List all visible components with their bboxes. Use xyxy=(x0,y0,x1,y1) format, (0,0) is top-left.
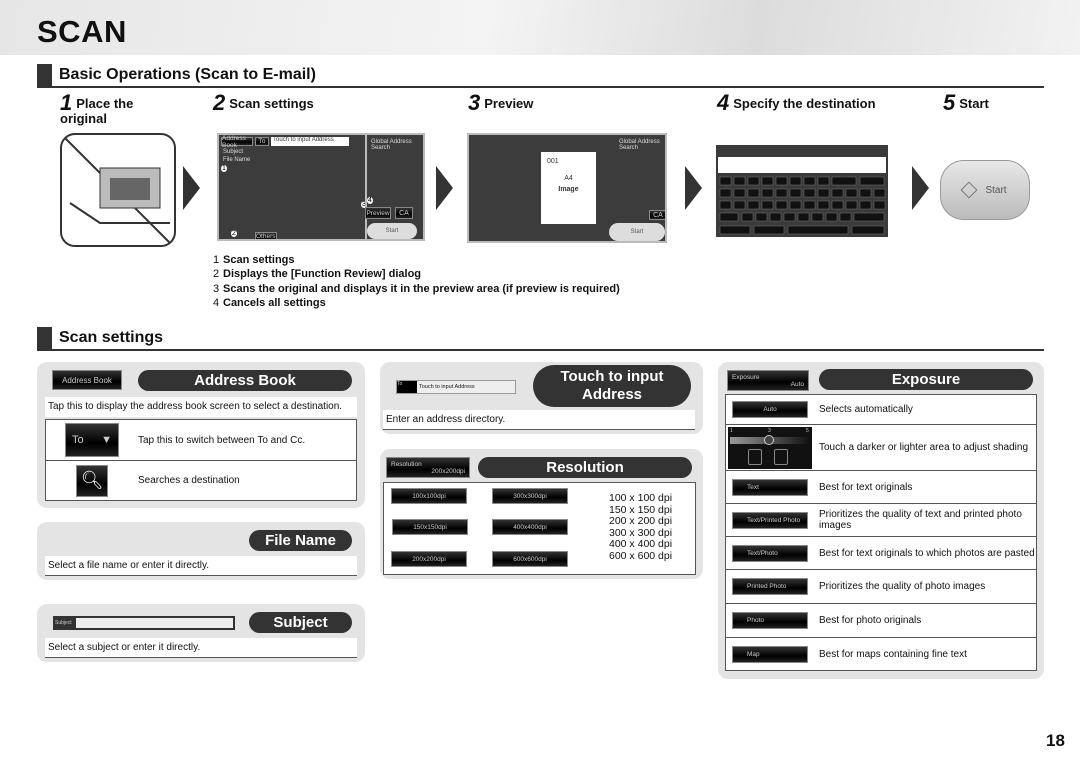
resolution-values: 100 x 100 dpi 150 x 150 dpi 200 x 200 dpi 3… xyxy=(609,492,673,562)
start-button[interactable]: Start xyxy=(367,223,417,239)
to-button[interactable]: To xyxy=(255,137,269,146)
section-scan-settings: Scan settings xyxy=(37,327,1044,351)
touch-input-panel: To Touch to input Address Touch to input … xyxy=(380,362,703,434)
file-name-panel: File Name Select a file name or enter it… xyxy=(37,522,365,580)
option-row: 🔍︎ Searches a destination xyxy=(46,461,356,500)
address-input[interactable]: Touch to input Address xyxy=(271,137,349,146)
scan-settings-screen-right: Global Address Search 4 Preview CA Start xyxy=(365,133,425,241)
legend-item: 4 Cancels all settings xyxy=(213,296,326,309)
section-heading: Basic Operations (Scan to E-mail) xyxy=(59,66,316,83)
option-row: To ▼ Tap this to switch between To and Cc… xyxy=(46,420,356,461)
option-row: Text Best for text originals xyxy=(726,471,1036,504)
resolution-option[interactable]: 400x400dpi xyxy=(492,519,568,535)
start-diamond-icon xyxy=(960,181,978,199)
place-original-illustration xyxy=(60,133,176,247)
resolution-option[interactable]: 150x150dpi xyxy=(392,519,468,535)
subject-label: Subject xyxy=(223,149,244,155)
to-cc-toggle[interactable]: To ▼ xyxy=(65,423,119,457)
start-button-large[interactable]: Start xyxy=(940,160,1030,220)
panel-title: Touch to input Address xyxy=(533,365,691,407)
exposure-panel: Exposure Auto Exposure Auto Selects automa… xyxy=(718,362,1044,679)
panel-title: Exposure xyxy=(819,369,1033,390)
option-row: Auto Selects automatically xyxy=(726,395,1036,425)
panel-title: Subject xyxy=(249,612,352,633)
arrow-icon xyxy=(183,166,200,210)
section-heading: Scan settings xyxy=(59,329,164,346)
step-3: 3 Preview xyxy=(468,90,534,115)
ca-button[interactable]: CA xyxy=(395,207,413,219)
panel-description: Select a subject or enter it directly. xyxy=(45,638,357,658)
address-book-button[interactable]: Address Book xyxy=(221,135,253,149)
legend-item: 1 Scan settings xyxy=(213,254,295,266)
subject-panel: Subject Subject Select a subject or ente… xyxy=(37,604,365,662)
option-row: Map Best for maps containing fine text xyxy=(726,638,1036,671)
search-icon[interactable]: 🔍︎ xyxy=(76,464,108,497)
resolution-options: 100x100dpi 300x300dpi 150x150dpi 400x400… xyxy=(383,482,696,575)
exposure-button[interactable]: Exposure Auto xyxy=(727,370,809,391)
step-4: 4 Specify the destination xyxy=(717,90,876,115)
option-row: Photo Best for photo originals xyxy=(726,604,1036,638)
resolution-option[interactable]: 600x600dpi xyxy=(492,551,568,567)
ca-button[interactable]: CA xyxy=(649,210,665,220)
exposure-options: Auto Selects automatically 1 3 5 Touch a dar… xyxy=(725,394,1037,671)
step-2: 2 Scan settings xyxy=(213,90,314,115)
arrow-icon xyxy=(912,166,929,210)
page-number: 18 xyxy=(1046,731,1065,750)
preview-page: 001 A4 Image xyxy=(541,152,596,224)
legend-item: 3 Scans the original and displays it in t… xyxy=(213,282,620,295)
step-1: 1 Place the original xyxy=(60,90,134,127)
resolution-option[interactable]: 300x300dpi xyxy=(492,488,568,504)
destination-keyboard-screen xyxy=(716,145,888,237)
arrow-icon xyxy=(685,166,702,210)
exposure-slider[interactable]: 135 xyxy=(728,426,812,469)
resolution-button[interactable]: Resolution 200x200dpi xyxy=(386,457,470,478)
section-basic-operations: Basic Operations (Scan to E-mail) xyxy=(37,64,1044,88)
option-row: Text/Printed Photo Prioritizes the qualit… xyxy=(726,504,1036,537)
address-book-options: To ▼ Tap this to switch between To and Cc… xyxy=(45,419,357,501)
option-row: 1 3 5 Touch a darker or lighter area to adj… xyxy=(726,425,1036,471)
start-button[interactable]: Start xyxy=(609,223,665,241)
option-row: Text/Photo Best for text originals to whi… xyxy=(726,537,1036,570)
preview-screen: 001 A4 Image Global Address Search CA St… xyxy=(467,133,667,243)
arrow-icon xyxy=(436,166,453,210)
address-input-sample[interactable]: To Touch to input Address xyxy=(396,380,516,394)
resolution-option[interactable]: 200x200dpi xyxy=(391,551,467,567)
others-button[interactable]: Others xyxy=(255,232,277,239)
option-row: Printed Photo Prioritizes the quality of … xyxy=(726,570,1036,604)
preview-button[interactable]: Preview xyxy=(365,207,391,219)
file-name-label: File Name xyxy=(223,157,251,163)
address-book-button[interactable]: Address Book xyxy=(52,370,122,390)
address-book-panel: Address Book Address Book Tap this to di… xyxy=(37,362,365,508)
step-5: 5 Start xyxy=(943,90,989,115)
panel-title: File Name xyxy=(249,530,352,551)
panel-description: Enter an address directory. xyxy=(383,410,695,430)
scan-settings-screen: Address Book To Touch to input Address S… xyxy=(217,133,367,241)
panel-description: Tap this to display the address book scr… xyxy=(45,397,357,417)
callout-legend: 1 Scan settings 2 Displays the [Function R… xyxy=(213,253,620,310)
panel-description: Select a file name or enter it directly. xyxy=(45,556,357,576)
panel-title: Address Book xyxy=(138,370,352,391)
panel-title: Resolution xyxy=(478,457,692,478)
page-header-band xyxy=(0,0,1080,55)
legend-item: 2 Displays the [Function Review] dialog xyxy=(213,268,422,281)
subject-field[interactable]: Subject xyxy=(53,616,235,630)
resolution-panel: Resolution 200x200dpi Resolution 100x100d… xyxy=(380,449,703,579)
resolution-option[interactable]: 100x100dpi xyxy=(391,488,467,504)
page-title: SCAN xyxy=(37,14,127,49)
